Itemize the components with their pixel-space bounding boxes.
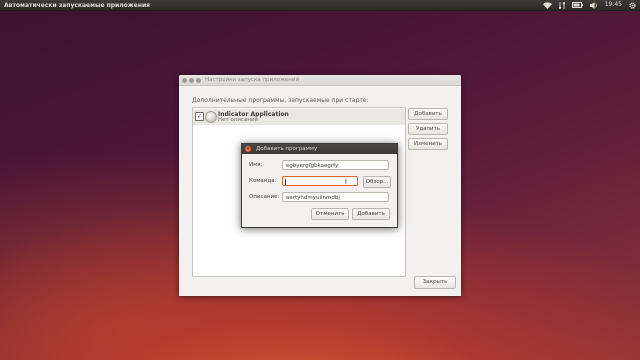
- indicator-area: 19:45: [542, 0, 636, 10]
- list-item[interactable]: ✓ Indicator Application Нет описания: [193, 109, 405, 125]
- text-cursor-icon: I: [344, 178, 347, 186]
- add-program-dialog: × Добавить программу Имя: egbyergfgbkaeg…: [241, 143, 398, 228]
- dialog-titlebar[interactable]: × Добавить программу: [242, 144, 397, 154]
- name-field[interactable]: egbyergfgbkaegrfy: [282, 160, 389, 170]
- edit-button[interactable]: Изменить: [408, 138, 448, 150]
- close-icon[interactable]: [182, 77, 187, 83]
- add-confirm-button[interactable]: Добавить: [352, 208, 390, 220]
- network-wifi-icon[interactable]: [542, 1, 552, 9]
- battery-icon[interactable]: [571, 2, 583, 8]
- description-label: Описание:: [249, 194, 280, 200]
- sort-icon[interactable]: [558, 1, 565, 9]
- clock[interactable]: 19:45: [605, 0, 622, 10]
- command-field[interactable]: I: [282, 176, 358, 186]
- minimize-icon[interactable]: [189, 77, 194, 83]
- gear-icon[interactable]: [629, 1, 636, 9]
- application-icon: [205, 111, 217, 123]
- volume-icon[interactable]: [589, 1, 598, 9]
- command-label: Команда:: [249, 178, 277, 184]
- cancel-button[interactable]: Отменить: [311, 208, 349, 220]
- dialog-title: Добавить программу: [256, 146, 318, 152]
- description-field[interactable]: aertyhdmyuiinmdbj: [282, 192, 389, 202]
- maximize-icon[interactable]: [196, 77, 201, 83]
- browse-button[interactable]: Обзор...: [363, 176, 391, 188]
- active-app-title: Автоматически запускаемые приложения: [4, 1, 151, 9]
- window-title: Настройки запуска приложений: [205, 77, 300, 83]
- text-caret: [285, 179, 286, 185]
- close-button[interactable]: Закрыть: [414, 276, 456, 289]
- program-description: Нет описания: [218, 117, 258, 123]
- name-label: Имя:: [249, 162, 263, 168]
- list-heading: Дополнительные программы, запускаемые пр…: [192, 97, 369, 104]
- add-button[interactable]: Добавить: [408, 108, 448, 120]
- remove-button[interactable]: Удалить: [408, 123, 448, 135]
- top-panel: Автоматически запускаемые приложения 19:…: [0, 0, 640, 10]
- enable-checkbox[interactable]: ✓: [195, 112, 204, 121]
- window-titlebar[interactable]: Настройки запуска приложений: [179, 75, 461, 86]
- close-icon[interactable]: ×: [245, 146, 251, 152]
